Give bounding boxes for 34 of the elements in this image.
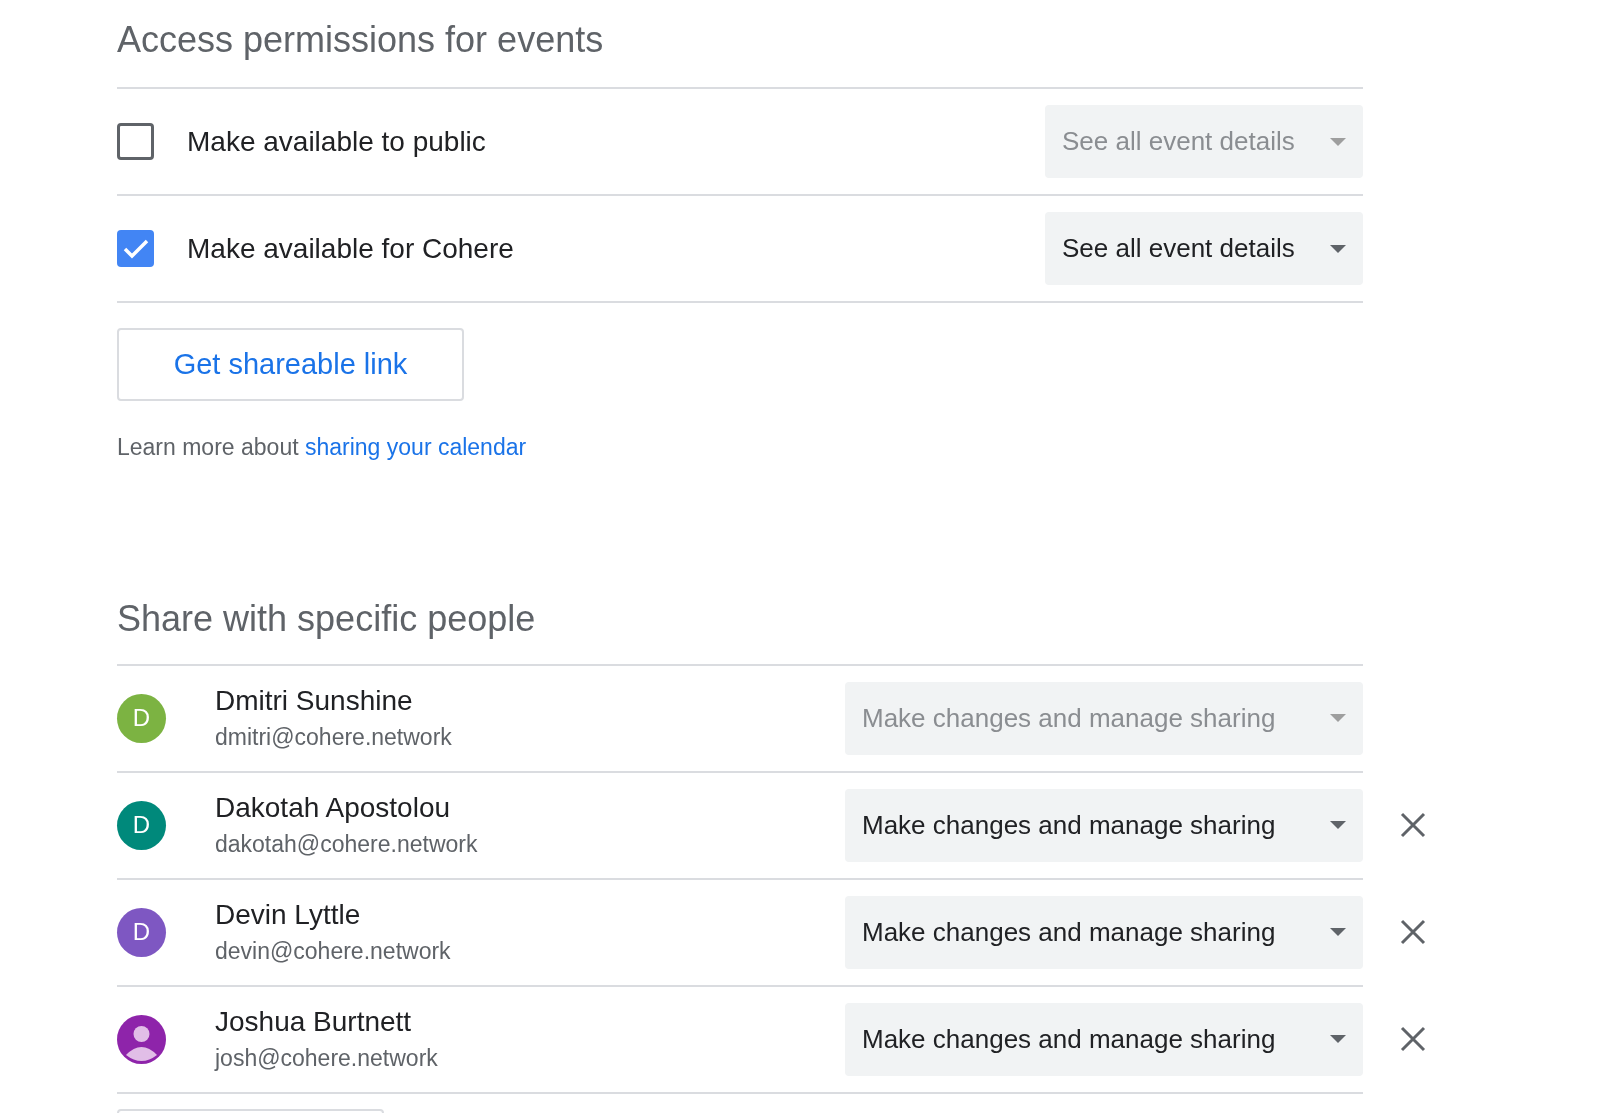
permission-dropdown[interactable]: Make changes and manage sharing — [845, 1002, 1363, 1076]
person-email: dmitri@cohere.network — [215, 723, 452, 752]
person-email: josh@cohere.network — [215, 1044, 438, 1073]
permission-dropdown[interactable]: Make changes and manage sharing — [845, 895, 1363, 969]
close-icon[interactable] — [1399, 811, 1427, 839]
caret-icon — [1330, 1035, 1346, 1043]
option-label: Make available to public — [187, 124, 486, 159]
close-icon[interactable] — [1399, 918, 1427, 946]
learn-more-text: Learn more about sharing your calendar — [117, 433, 528, 462]
person-name: Joshua Burtnett — [215, 1005, 413, 1039]
person-name: Dmitri Sunshine — [215, 684, 414, 718]
person-email: dakotah@cohere.network — [215, 830, 478, 859]
caret-icon — [1330, 244, 1346, 253]
caret-icon — [1330, 137, 1346, 146]
close-icon[interactable] — [1399, 1025, 1427, 1053]
caret-icon — [1330, 821, 1346, 829]
checkbox[interactable] — [117, 123, 154, 160]
caret-icon — [1330, 928, 1346, 936]
option-label: Make available for Cohere — [187, 231, 514, 266]
permission-dropdown[interactable]: See all event details — [1045, 212, 1363, 285]
person-email: devin@cohere.network — [215, 937, 451, 966]
avatar: D — [117, 907, 166, 957]
avatar: D — [117, 800, 166, 850]
caret-icon — [1330, 714, 1346, 722]
checkbox[interactable] — [117, 230, 154, 267]
permission-dropdown[interactable]: Make changes and manage sharing — [845, 788, 1363, 862]
section-title: Share with specific people — [117, 596, 537, 641]
person-name: Devin Lyttle — [215, 898, 362, 932]
checkmark-icon — [122, 238, 149, 259]
person-name: Dakotah Apostolou — [215, 791, 452, 825]
sharing-link[interactable]: sharing your calendar — [304, 434, 527, 460]
section-title: Access permissions for events — [117, 18, 605, 62]
avatar: D — [117, 693, 166, 743]
get-link-button[interactable]: Get shareable link — [117, 328, 464, 401]
